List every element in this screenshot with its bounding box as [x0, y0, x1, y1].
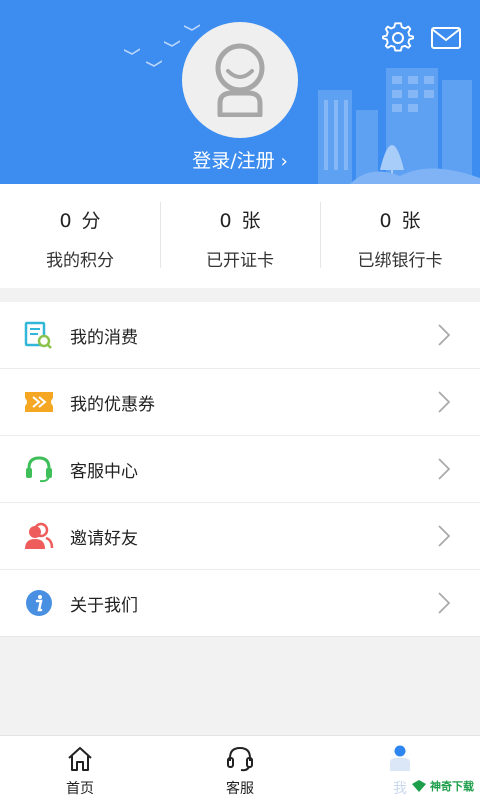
menu-item-label: 关于我们	[70, 595, 138, 616]
tab-service[interactable]: 客服	[160, 736, 320, 800]
chevron-right-icon	[438, 525, 450, 547]
chevron-right-icon	[438, 324, 450, 346]
login-register-label: 登录/注册	[192, 150, 275, 172]
chevron-right-icon	[438, 391, 450, 413]
stat-value: 0	[379, 210, 392, 232]
coupon-icon	[24, 387, 54, 417]
invite-friend-icon	[24, 521, 54, 551]
stat-unit: 张	[241, 210, 261, 232]
avatar[interactable]	[182, 22, 298, 138]
bird-decoration	[184, 24, 200, 31]
gear-icon	[382, 22, 414, 52]
tab-home[interactable]: 首页	[0, 736, 160, 800]
stats-bar: 0分 我的积分 0张 已开证卡 0张 已绑银行卡	[0, 184, 480, 288]
stat-label: 我的积分	[46, 251, 114, 271]
menu-item-label: 客服中心	[70, 461, 138, 482]
bird-decoration	[146, 60, 162, 67]
menu-item-invite-friends[interactable]: 邀请好友	[0, 503, 480, 570]
info-icon	[24, 588, 54, 618]
stat-bank-cards[interactable]: 0张 已绑银行卡	[320, 184, 480, 288]
stat-label: 已开证卡	[206, 251, 274, 271]
stat-unit: 张	[401, 210, 421, 232]
watermark-icon	[412, 780, 426, 792]
stat-unit: 分	[81, 210, 101, 232]
receipt-icon	[24, 320, 54, 350]
menu-item-label: 我的优惠券	[70, 394, 155, 415]
stat-label: 已绑银行卡	[357, 251, 443, 271]
stat-value: 0	[59, 210, 72, 232]
headset-icon	[24, 454, 54, 484]
settings-button[interactable]	[380, 20, 416, 56]
watermark-label: 神奇下载	[430, 780, 474, 793]
tab-label: 客服	[226, 781, 254, 797]
tab-label: 首页	[66, 781, 94, 797]
menu-item-coupons[interactable]: 我的优惠券	[0, 369, 480, 436]
stat-points[interactable]: 0分 我的积分	[0, 184, 160, 288]
menu-item-consumption[interactable]: 我的消费	[0, 302, 480, 369]
stat-cards-issued[interactable]: 0张 已开证卡	[160, 184, 320, 288]
default-avatar-icon	[215, 43, 265, 117]
user-icon	[390, 745, 410, 771]
menu-item-customer-service[interactable]: 客服中心	[0, 436, 480, 503]
bird-decoration	[164, 40, 180, 47]
stat-value: 0	[219, 210, 232, 232]
menu-list: 我的消费 我的优惠券 客服中心 邀请好友 关于我们	[0, 302, 480, 637]
mail-icon	[431, 27, 461, 49]
chevron-right-icon: ›	[280, 151, 288, 172]
watermark-logo: 神奇下载	[411, 778, 474, 794]
home-icon	[68, 747, 92, 771]
bottom-tab-bar: 首页 客服 我 神奇下载	[0, 735, 480, 800]
menu-item-label: 我的消费	[70, 327, 138, 348]
headset-icon	[227, 746, 253, 772]
bird-decoration	[124, 48, 140, 55]
menu-item-label: 邀请好友	[70, 528, 138, 549]
login-register-link[interactable]: 登录/注册 ›	[0, 146, 480, 173]
profile-header: 登录/注册 ›	[0, 0, 480, 184]
chevron-right-icon	[438, 592, 450, 614]
chevron-right-icon	[438, 458, 450, 480]
message-button[interactable]	[428, 22, 464, 54]
menu-item-about-us[interactable]: 关于我们	[0, 570, 480, 637]
